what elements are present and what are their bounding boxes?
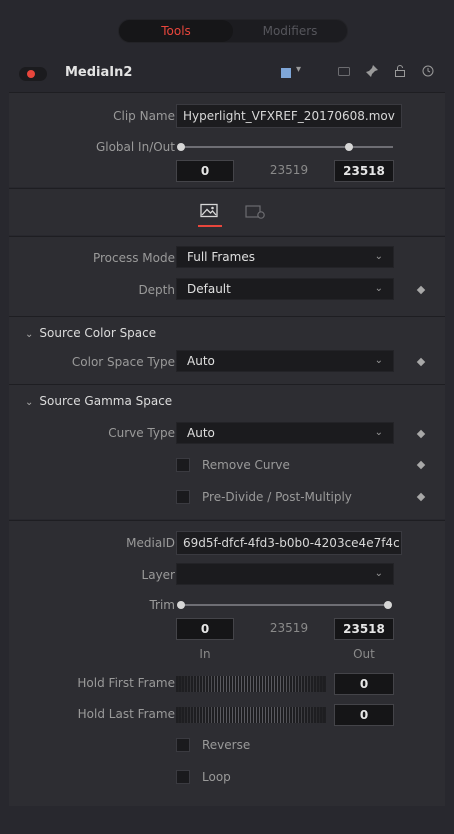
top-tab-bar: Tools Modifiers (118, 19, 348, 43)
divider (9, 384, 445, 385)
remove-curve-keyframe-diamond[interactable] (416, 460, 426, 470)
node-header: MediaIn2 ▾ (9, 58, 445, 90)
version-icon[interactable] (337, 64, 351, 82)
clip-name-field[interactable]: Hyperlight_VFXREF_20170608.mov (176, 104, 402, 128)
layer-label: Layer (141, 568, 175, 582)
depth-keyframe-diamond[interactable] (416, 285, 426, 295)
settings-tab-icon[interactable] (245, 204, 267, 223)
source-color-space-title: Source Color Space (39, 326, 157, 340)
trim-in-caption: In (199, 647, 211, 661)
process-mode-dropdown[interactable]: Full Frames ⌄ (176, 246, 394, 268)
reverse-label: Reverse (202, 738, 251, 752)
trim-out-caption: Out (353, 647, 375, 661)
tab-modifiers[interactable]: Modifiers (233, 20, 347, 42)
global-duration: 23519 (269, 163, 309, 177)
hold-first-frame-field[interactable]: 0 (334, 673, 394, 695)
trim-out-field[interactable]: 23518 (334, 618, 394, 640)
source-color-space-heading[interactable]: ⌄ Source Color Space (25, 326, 156, 340)
chevron-down-icon: ⌄ (374, 568, 383, 579)
depth-label: Depth (138, 283, 175, 297)
layer-dropdown[interactable]: ⌄ (176, 563, 394, 585)
trim-range-track[interactable] (181, 604, 389, 606)
curve-type-dropdown[interactable]: Auto ⌄ (176, 422, 394, 444)
media-panel: MediaID 69d5f-dfcf-4fd3-b0b0-4203ce4e7f4… (9, 520, 445, 806)
reset-icon[interactable] (421, 64, 435, 82)
trim-in-handle[interactable] (177, 601, 185, 609)
tab-tools[interactable]: Tools (119, 20, 233, 42)
color-space-type-label: Color Space Type (71, 355, 175, 369)
process-mode-value: Full Frames (187, 250, 255, 264)
divider (9, 316, 445, 317)
color-space-type-value: Auto (187, 354, 215, 368)
source-gamma-space-heading[interactable]: ⌄ Source Gamma Space (25, 394, 172, 408)
hold-last-frame-thumbwheel[interactable] (176, 707, 326, 723)
trim-label: Trim (149, 598, 175, 612)
predivide-label: Pre-Divide / Post-Multiply (202, 490, 352, 504)
chevron-down-icon[interactable]: ▾ (296, 64, 301, 75)
chevron-down-icon: ⌄ (25, 397, 34, 408)
inspector-subtabs (9, 188, 445, 235)
node-enable-toggle[interactable] (19, 67, 47, 81)
hold-first-frame-thumbwheel[interactable] (176, 676, 326, 692)
chevron-down-icon: ⌄ (374, 427, 383, 438)
curve-type-label: Curve Type (108, 426, 175, 440)
reverse-checkbox[interactable] (176, 738, 190, 752)
trim-in-field[interactable]: 0 (176, 618, 234, 640)
curve-type-keyframe-diamond[interactable] (416, 429, 426, 439)
node-name: MediaIn2 (65, 65, 133, 80)
global-range-track[interactable] (181, 146, 393, 148)
hold-first-frame-label: Hold First Frame (77, 676, 175, 690)
clip-panel: Clip Name Hyperlight_VFXREF_20170608.mov… (9, 92, 445, 187)
clip-name-label: Clip Name (113, 109, 175, 123)
chevron-down-icon: ⌄ (25, 329, 34, 340)
trim-out-handle[interactable] (384, 601, 392, 609)
image-tab-icon[interactable] (200, 203, 218, 222)
global-in-out-label: Global In/Out (95, 140, 175, 154)
predivide-checkbox[interactable] (176, 490, 190, 504)
hold-last-frame-label: Hold Last Frame (77, 707, 175, 721)
loop-label: Loop (202, 770, 231, 784)
remove-curve-checkbox[interactable] (176, 458, 190, 472)
global-out-handle[interactable] (345, 143, 353, 151)
curve-type-value: Auto (187, 426, 215, 440)
hold-last-frame-field[interactable]: 0 (334, 704, 394, 726)
remove-curve-label: Remove Curve (202, 458, 290, 472)
loop-checkbox[interactable] (176, 770, 190, 784)
chevron-down-icon: ⌄ (374, 251, 383, 262)
node-color-chip[interactable] (281, 68, 291, 78)
pin-icon[interactable] (365, 64, 379, 82)
image-settings-panel: Process Mode Full Frames ⌄ Depth Default… (9, 236, 445, 519)
depth-dropdown[interactable]: Default ⌄ (176, 278, 394, 300)
media-id-label: MediaID (126, 536, 175, 550)
depth-value: Default (187, 282, 231, 296)
global-out-field[interactable]: 23518 (334, 160, 394, 182)
source-gamma-space-title: Source Gamma Space (39, 394, 173, 408)
toggle-dot (27, 70, 35, 78)
color-space-keyframe-diamond[interactable] (416, 357, 426, 367)
global-in-handle[interactable] (177, 143, 185, 151)
media-id-field[interactable]: 69d5f-dfcf-4fd3-b0b0-4203ce4e7f4c (176, 531, 402, 555)
process-mode-label: Process Mode (92, 251, 175, 265)
chevron-down-icon: ⌄ (374, 355, 383, 366)
active-tab-underline (198, 225, 222, 227)
trim-duration: 23519 (269, 621, 309, 635)
chevron-down-icon: ⌄ (374, 283, 383, 294)
color-space-type-dropdown[interactable]: Auto ⌄ (176, 350, 394, 372)
lock-icon[interactable] (393, 64, 407, 82)
global-in-field[interactable]: 0 (176, 160, 234, 182)
predivide-keyframe-diamond[interactable] (416, 492, 426, 502)
